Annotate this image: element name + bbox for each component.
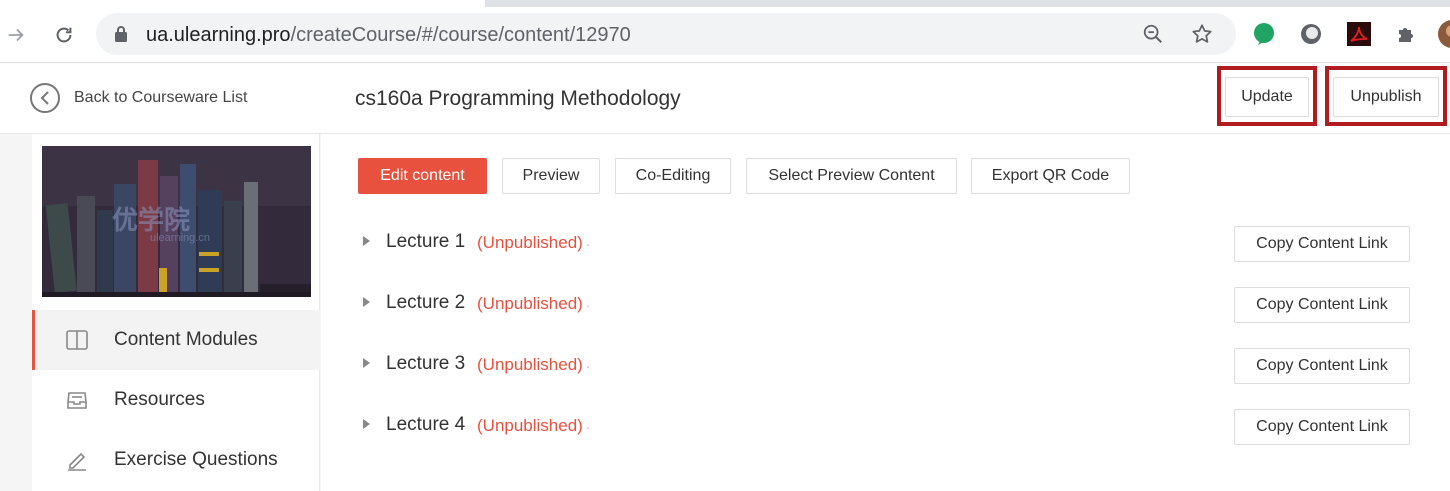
- reload-icon[interactable]: [50, 21, 78, 49]
- status-badge: (Unpublished): [477, 355, 583, 374]
- more-dot: .: [586, 416, 590, 432]
- status-badge: (Unpublished): [477, 294, 583, 313]
- status-badge: (Unpublished): [477, 233, 583, 252]
- status-badge: (Unpublished): [477, 416, 583, 435]
- browser-toolbar: ua.ulearning.pro/createCourse/#/course/c…: [0, 7, 1450, 63]
- copy-content-link-button[interactable]: Copy Content Link: [1234, 348, 1410, 384]
- green-chat-extension-icon[interactable]: [1252, 22, 1276, 46]
- export-qr-code-button[interactable]: Export QR Code: [971, 158, 1130, 194]
- book-icon: [65, 328, 89, 352]
- content-panel: Edit content Preview Co-Editing Select P…: [321, 134, 1450, 491]
- caret-right-icon[interactable]: [363, 358, 370, 368]
- url-text[interactable]: ua.ulearning.pro/createCourse/#/course/c…: [146, 24, 631, 47]
- more-dot: .: [586, 294, 590, 310]
- lecture-name: Lecture 3: [386, 353, 466, 374]
- bookmark-star-icon[interactable]: [1191, 23, 1213, 45]
- more-dot: .: [586, 355, 590, 371]
- edit-content-button[interactable]: Edit content: [358, 158, 487, 194]
- more-dot: .: [586, 233, 590, 249]
- lecture-row[interactable]: Lecture 4 (Unpublished) . Copy Content L…: [321, 406, 1450, 446]
- circle-extension-icon[interactable]: [1299, 22, 1323, 46]
- cover-watermark-sub: ulearning.cn: [150, 232, 210, 244]
- select-preview-content-button[interactable]: Select Preview Content: [746, 158, 957, 194]
- lecture-name: Lecture 2: [386, 292, 466, 313]
- back-link-label: Back to Courseware List: [74, 89, 248, 106]
- co-editing-button[interactable]: Co-Editing: [615, 158, 731, 194]
- lock-icon[interactable]: [114, 25, 128, 48]
- browser-tab[interactable]: [395, 0, 485, 7]
- page-title: cs160a Programming Methodology: [355, 87, 681, 110]
- lecture-name: Lecture 1: [386, 231, 466, 252]
- profile-avatar[interactable]: [1438, 20, 1450, 48]
- browser-tab-strip: [0, 0, 1450, 7]
- copy-content-link-button[interactable]: Copy Content Link: [1234, 226, 1410, 262]
- highlight-box-update: [1217, 66, 1317, 126]
- puzzle-extensions-icon[interactable]: [1395, 22, 1419, 46]
- course-cover-image: 优学院 ulearning.cn: [42, 146, 311, 297]
- lecture-row[interactable]: Lecture 1 (Unpublished) . Copy Content L…: [321, 223, 1450, 263]
- zoom-icon[interactable]: [1142, 23, 1164, 45]
- sidebar: 优学院 ulearning.cn Content Modules Resourc…: [32, 134, 320, 491]
- preview-button[interactable]: Preview: [502, 158, 600, 194]
- sidebar-item-label: Resources: [114, 389, 205, 410]
- inbox-icon: [65, 388, 89, 412]
- chevron-left-icon: [30, 83, 60, 113]
- sidebar-item-label: Content Modules: [114, 329, 258, 350]
- app-header: Back to Courseware List cs160a Programmi…: [0, 63, 1450, 134]
- lecture-row[interactable]: Lecture 3 (Unpublished) . Copy Content L…: [321, 345, 1450, 385]
- pdf-extension-icon[interactable]: [1347, 22, 1371, 46]
- back-to-courseware-link[interactable]: Back to Courseware List: [30, 83, 247, 113]
- caret-right-icon[interactable]: [363, 236, 370, 246]
- sidebar-item-resources[interactable]: Resources: [32, 370, 320, 430]
- browser-tab-active[interactable]: [0, 0, 400, 7]
- address-bar[interactable]: ua.ulearning.pro/createCourse/#/course/c…: [96, 13, 1236, 55]
- highlight-box-unpublish: [1325, 66, 1447, 126]
- lecture-row[interactable]: Lecture 2 (Unpublished) . Copy Content L…: [321, 284, 1450, 324]
- forward-arrow-icon[interactable]: [2, 21, 30, 49]
- copy-content-link-button[interactable]: Copy Content Link: [1234, 409, 1410, 445]
- pencil-icon: [65, 448, 89, 472]
- sidebar-item-content-modules[interactable]: Content Modules: [32, 310, 320, 370]
- copy-content-link-button[interactable]: Copy Content Link: [1234, 287, 1410, 323]
- sidebar-item-label: Exercise Questions: [114, 449, 278, 470]
- caret-right-icon[interactable]: [363, 297, 370, 307]
- sidebar-item-exercise-questions[interactable]: Exercise Questions: [32, 430, 320, 490]
- lecture-name: Lecture 4: [386, 414, 466, 435]
- caret-right-icon[interactable]: [363, 419, 370, 429]
